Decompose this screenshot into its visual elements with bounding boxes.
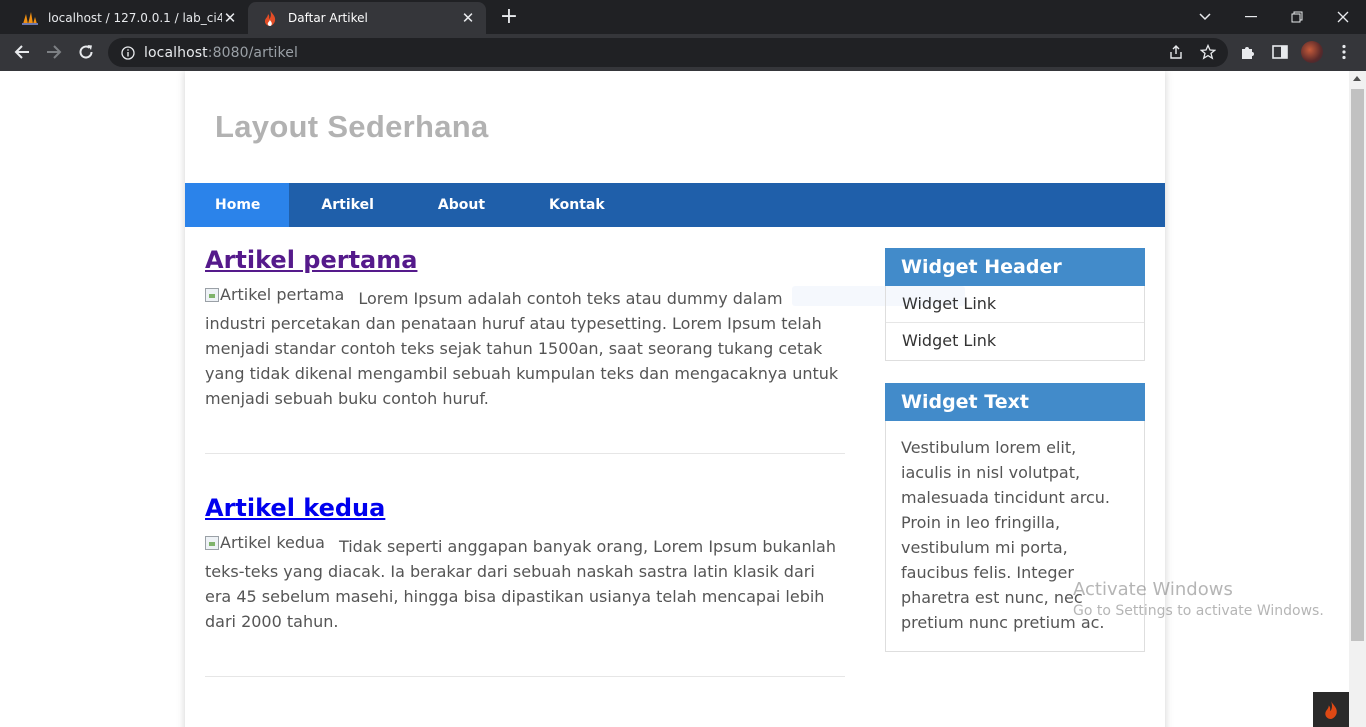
- page-viewport: Layout Sederhana Home Artikel About Kont…: [0, 71, 1349, 727]
- nav-home[interactable]: Home: [185, 183, 290, 227]
- article-item: Artikel pertama Artikel pertama Lorem Ips…: [205, 246, 845, 411]
- extensions-puzzle-icon[interactable]: [1236, 40, 1260, 64]
- page-scrollbar[interactable]: [1349, 71, 1366, 727]
- address-bar[interactable]: localhost:8080/artikel: [108, 38, 1228, 67]
- avatar-image: [1301, 41, 1323, 63]
- widget-text-title: Widget Text: [885, 383, 1145, 421]
- article-title: Artikel pertama: [205, 246, 845, 274]
- url-host: localhost: [144, 44, 208, 61]
- restore-window-icon[interactable]: [1274, 0, 1320, 34]
- codeigniter-flame-icon: [262, 10, 278, 26]
- article-title-link[interactable]: Artikel pertama: [205, 246, 417, 274]
- broken-image-icon: [205, 287, 219, 302]
- reload-icon[interactable]: [72, 38, 100, 66]
- browser-toolbar: localhost:8080/artikel: [0, 34, 1366, 71]
- article-divider: [205, 676, 845, 677]
- new-tab-plus-icon[interactable]: +: [497, 6, 521, 30]
- browser-tab-strip: localhost / 127.0.0.1 / lab_ci4 | ph ✕ D…: [0, 0, 1366, 34]
- bookmark-star-icon[interactable]: [1196, 40, 1220, 64]
- tab-title: localhost / 127.0.0.1 / lab_ci4 | ph: [48, 11, 222, 25]
- nav-artikel[interactable]: Artikel: [289, 183, 405, 227]
- codeigniter-flame-icon: [1325, 700, 1337, 719]
- article-title-link[interactable]: Artikel kedua: [205, 494, 385, 522]
- url-path: :8080/artikel: [207, 44, 298, 61]
- site-header: Layout Sederhana: [185, 71, 1165, 183]
- article-divider: [205, 453, 845, 454]
- main-nav: Home Artikel About Kontak: [185, 183, 1165, 227]
- watermark-line2: Go to Settings to activate Windows.: [1073, 603, 1324, 619]
- profile-avatar[interactable]: [1300, 40, 1324, 64]
- tab-daftar-artikel[interactable]: Daftar Artikel ✕: [248, 2, 486, 34]
- widget-header-box: Widget Header Widget Link Widget Link: [885, 248, 1145, 361]
- image-alt-text: Artikel pertama: [220, 285, 345, 304]
- watermark-line1: Activate Windows: [1073, 579, 1233, 600]
- site-title: Layout Sederhana: [215, 109, 489, 144]
- forward-arrow-icon[interactable]: [40, 38, 68, 66]
- kebab-menu-icon[interactable]: [1332, 40, 1356, 64]
- widget-header-title: Widget Header: [885, 248, 1145, 286]
- article-image-broken: Artikel pertama: [205, 282, 344, 307]
- article-body: Artikel pertama Lorem Ipsum adalah contoh…: [205, 285, 845, 411]
- site-info-icon[interactable]: [120, 45, 136, 61]
- close-tab-icon[interactable]: ✕: [460, 9, 476, 27]
- minimize-icon[interactable]: [1228, 0, 1274, 34]
- close-tab-icon[interactable]: ✕: [222, 9, 238, 27]
- article-item: Artikel kedua Artikel kedua Tidak seperti…: [205, 494, 845, 634]
- site-container: Layout Sederhana Home Artikel About Kont…: [185, 71, 1165, 727]
- article-body: Artikel kedua Tidak seperti anggapan bany…: [205, 533, 845, 634]
- side-panel-icon[interactable]: [1268, 40, 1292, 64]
- scroll-up-arrow-icon[interactable]: [1353, 76, 1361, 81]
- tab-title: Daftar Artikel: [288, 11, 368, 25]
- nav-kontak[interactable]: Kontak: [517, 183, 637, 227]
- back-arrow-icon[interactable]: [8, 38, 36, 66]
- share-icon[interactable]: [1164, 40, 1188, 64]
- article-list: Artikel pertama Artikel pertama Lorem Ips…: [205, 246, 845, 717]
- phpmyadmin-icon: [22, 10, 38, 26]
- widget-link[interactable]: Widget Link: [886, 286, 1144, 323]
- nav-about[interactable]: About: [406, 183, 517, 227]
- tab-phpmyadmin[interactable]: localhost / 127.0.0.1 / lab_ci4 | ph ✕: [8, 2, 248, 34]
- codeigniter-debug-toolbar-button[interactable]: [1313, 692, 1349, 727]
- windows-activation-watermark: Activate Windows Go to Settings to activ…: [1073, 579, 1324, 619]
- url-text: localhost:8080/artikel: [144, 45, 298, 61]
- article-title: Artikel kedua: [205, 494, 845, 522]
- close-window-icon[interactable]: [1320, 0, 1366, 34]
- scrollbar-thumb[interactable]: [1351, 89, 1364, 641]
- widget-link[interactable]: Widget Link: [886, 323, 1144, 360]
- tab-search-chevron-icon[interactable]: [1182, 0, 1228, 34]
- image-alt-text: Artikel kedua: [220, 533, 325, 552]
- broken-image-icon: [205, 535, 219, 550]
- article-image-broken: Artikel kedua: [205, 530, 325, 555]
